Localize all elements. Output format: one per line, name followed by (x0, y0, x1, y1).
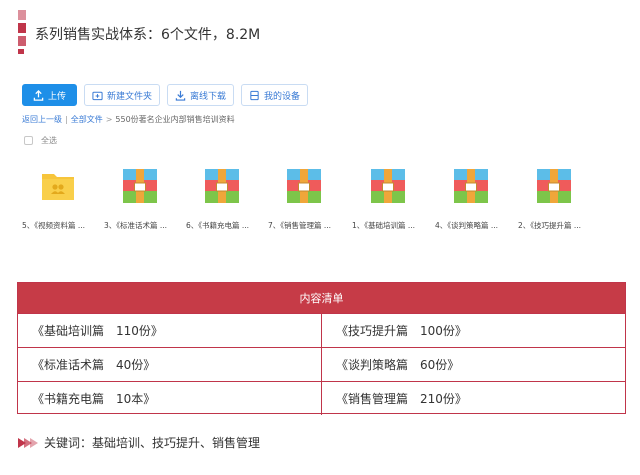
new-folder-button[interactable]: 新建文件夹 (84, 84, 161, 106)
download-icon (175, 90, 186, 101)
file-name: 2、《技巧提升篇 ... (518, 221, 582, 230)
select-all-checkbox[interactable] (24, 136, 33, 145)
new-folder-icon (92, 91, 103, 100)
file-item[interactable]: 7、《销售管理篇 ... (268, 168, 348, 230)
new-folder-label: 新建文件夹 (107, 91, 153, 102)
keywords-text: 关键词：基础培训、技巧提升、销售管理 (44, 436, 261, 450)
offline-download-button[interactable]: 离线下载 (167, 84, 235, 106)
upload-label: 上传 (48, 91, 67, 102)
archive-icon (123, 169, 157, 203)
archive-icon (371, 169, 405, 203)
file-item[interactable]: 1、《基础培训篇 ... (352, 168, 432, 230)
all-files-link[interactable]: 全部文件 (71, 115, 103, 124)
table-row: 《书籍充电篇 10本》 《销售管理篇 210份》 (18, 381, 625, 415)
file-name: 5、《视频资料篇 ... (22, 221, 86, 230)
toolbar: 上传 新建文件夹 离线下载 我的设备 (22, 84, 309, 106)
select-all-label: 全选 (41, 136, 57, 145)
breadcrumb: 返回上一级 | 全部文件 >550份著名企业内部销售培训资料 (22, 115, 235, 124)
select-all[interactable]: 全选 (24, 135, 57, 146)
table-header: 内容清单 (18, 283, 625, 313)
keywords: 关键词：基础培训、技巧提升、销售管理 (18, 434, 260, 451)
archive-icon (454, 169, 488, 203)
file-name: 7、《销售管理篇 ... (268, 221, 332, 230)
my-devices-button[interactable]: 我的设备 (241, 84, 309, 106)
my-devices-label: 我的设备 (264, 91, 301, 102)
archive-icon (537, 169, 571, 203)
offline-download-label: 离线下载 (190, 91, 227, 102)
file-item[interactable]: 6、《书籍充电篇 ... (186, 168, 266, 230)
file-name: 4、《谈判策略篇 ... (435, 221, 499, 230)
page-title: 系列销售实战体系：6个文件，8.2M (35, 27, 261, 43)
file-grid: 5、《视频资料篇 ... 3、《标准话术篇 ... 6、《书籍充电篇 ... 7… (22, 168, 592, 230)
file-name: 1、《基础培训篇 ... (352, 221, 416, 230)
current-folder: 550份著名企业内部销售培训资料 (115, 115, 235, 124)
table-cell: 《标准话术篇 40份》 (18, 348, 322, 381)
file-item[interactable]: 3、《标准话术篇 ... (104, 168, 184, 230)
table-cell: 《谈判策略篇 60份》 (336, 358, 460, 372)
upload-icon (33, 89, 44, 101)
file-item[interactable]: 4、《谈判策略篇 ... (435, 168, 515, 230)
header-decoration (18, 10, 26, 54)
file-name: 6、《书籍充电篇 ... (186, 221, 250, 230)
archive-icon (287, 169, 321, 203)
double-arrow-icon (18, 437, 38, 448)
content-table: 内容清单 《基础培训篇 110份》 《技巧提升篇 100份》 《标准话术篇 40… (17, 282, 626, 415)
table-cell: 《基础培训篇 110份》 (18, 314, 322, 347)
upload-button[interactable]: 上传 (22, 84, 78, 106)
table-row: 《基础培训篇 110份》 《技巧提升篇 100份》 (18, 313, 625, 347)
breadcrumb-separator: > (105, 115, 113, 124)
table-cell: 《技巧提升篇 100份》 (336, 324, 467, 338)
folder-icon (42, 174, 74, 200)
archive-icon (205, 169, 239, 203)
table-row: 《标准话术篇 40份》 《谈判策略篇 60份》 (18, 347, 625, 381)
file-item[interactable]: 5、《视频资料篇 ... (22, 168, 102, 230)
file-item[interactable]: 2、《技巧提升篇 ... (518, 168, 598, 230)
device-icon (250, 90, 259, 100)
table-cell: 《销售管理篇 210份》 (336, 392, 467, 406)
table-cell: 《书籍充电篇 10本》 (18, 382, 322, 415)
file-name: 3、《标准话术篇 ... (104, 221, 168, 230)
back-link[interactable]: 返回上一级 (22, 115, 62, 124)
